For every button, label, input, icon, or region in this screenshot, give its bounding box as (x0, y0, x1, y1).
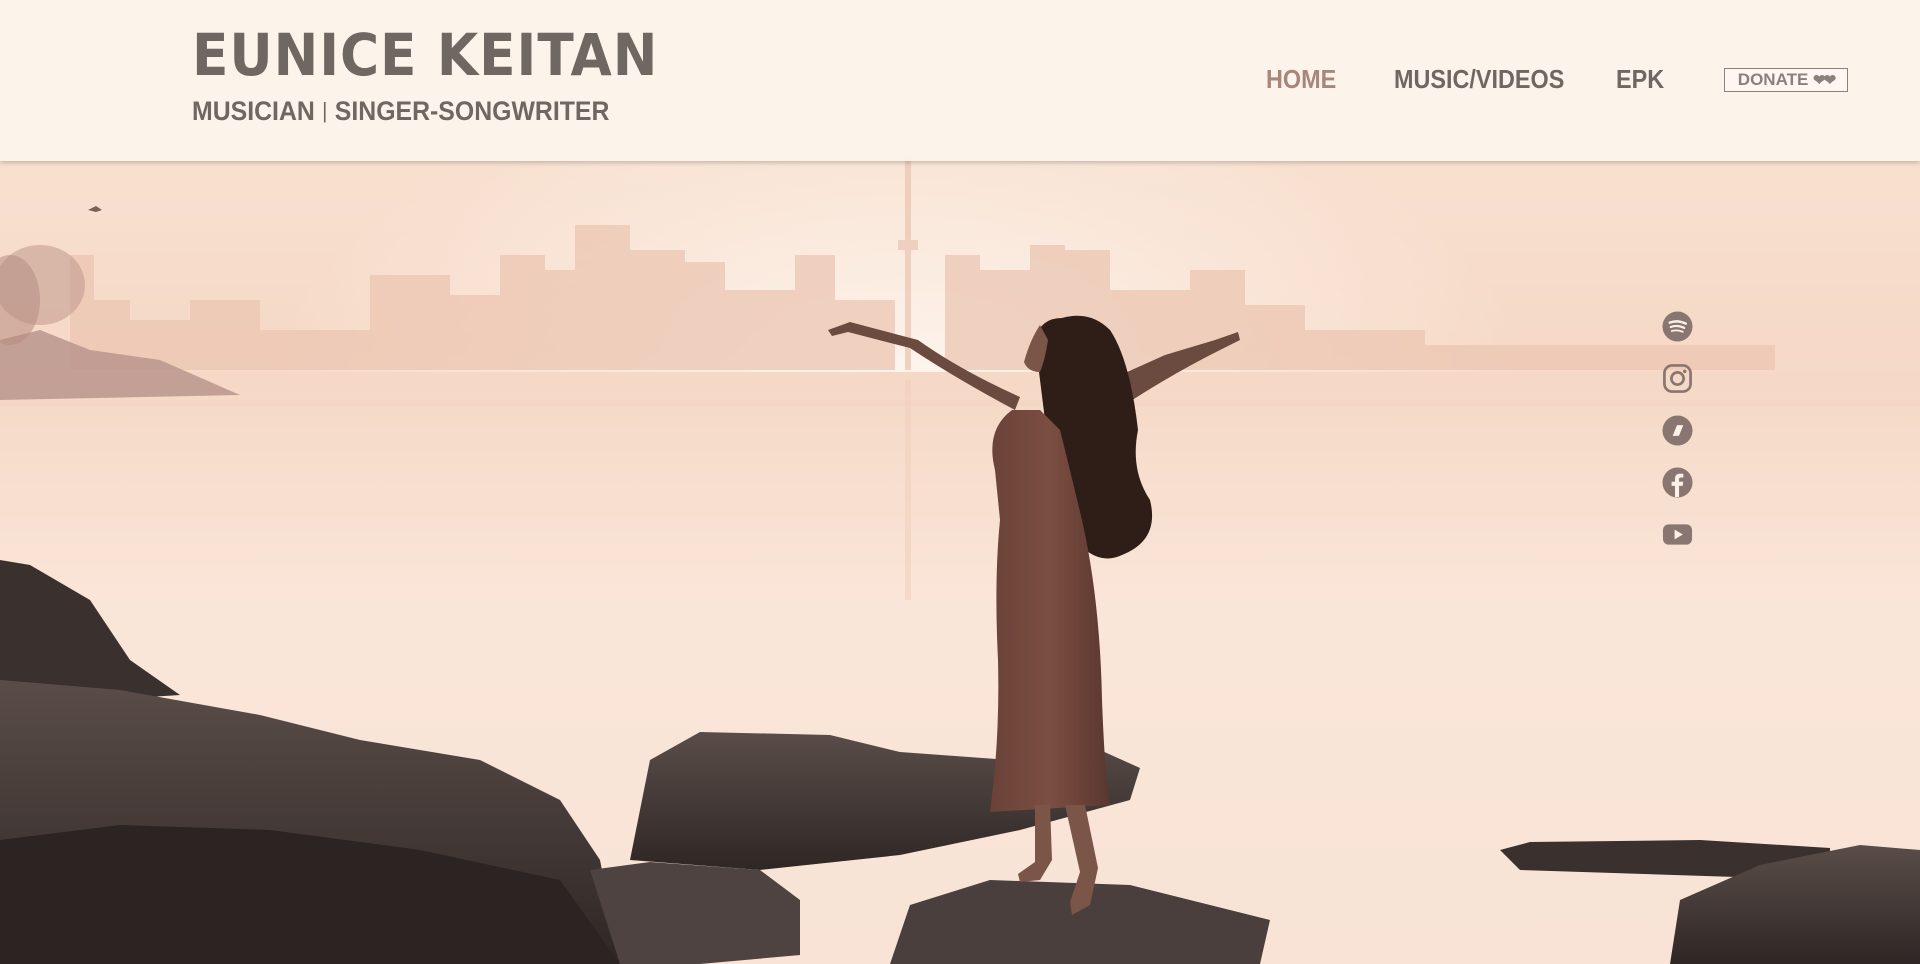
nav-epk[interactable]: EPK (1616, 62, 1664, 96)
instagram-icon[interactable] (1662, 363, 1693, 394)
spotify-icon[interactable] (1662, 311, 1693, 342)
site-tagline: MUSICIAN | SINGER-SONGWRITER (192, 98, 609, 125)
bird (88, 206, 102, 212)
nav-music-videos[interactable]: MUSIC/VIDEOS (1394, 62, 1564, 96)
site-title[interactable]: EUNICE KEITAN (192, 26, 658, 84)
donate-button[interactable]: DONATE ❤❤ (1724, 68, 1848, 92)
tagline-separator: | (322, 98, 328, 123)
social-bar (1662, 311, 1694, 571)
site-header: EUNICE KEITAN MUSICIAN | SINGER-SONGWRITER… (0, 0, 1920, 161)
donate-label: DONATE (1737, 70, 1809, 89)
youtube-icon[interactable] (1662, 519, 1693, 550)
nav-home[interactable]: HOME (1266, 62, 1336, 96)
city-skyline (70, 155, 1775, 370)
bandcamp-icon[interactable] (1662, 415, 1693, 446)
tagline-musician: MUSICIAN (192, 96, 315, 126)
facebook-icon[interactable] (1662, 467, 1693, 498)
heart-icon: ❤❤ (1813, 72, 1836, 89)
tagline-singer-songwriter: SINGER-SONGWRITER (334, 96, 610, 126)
